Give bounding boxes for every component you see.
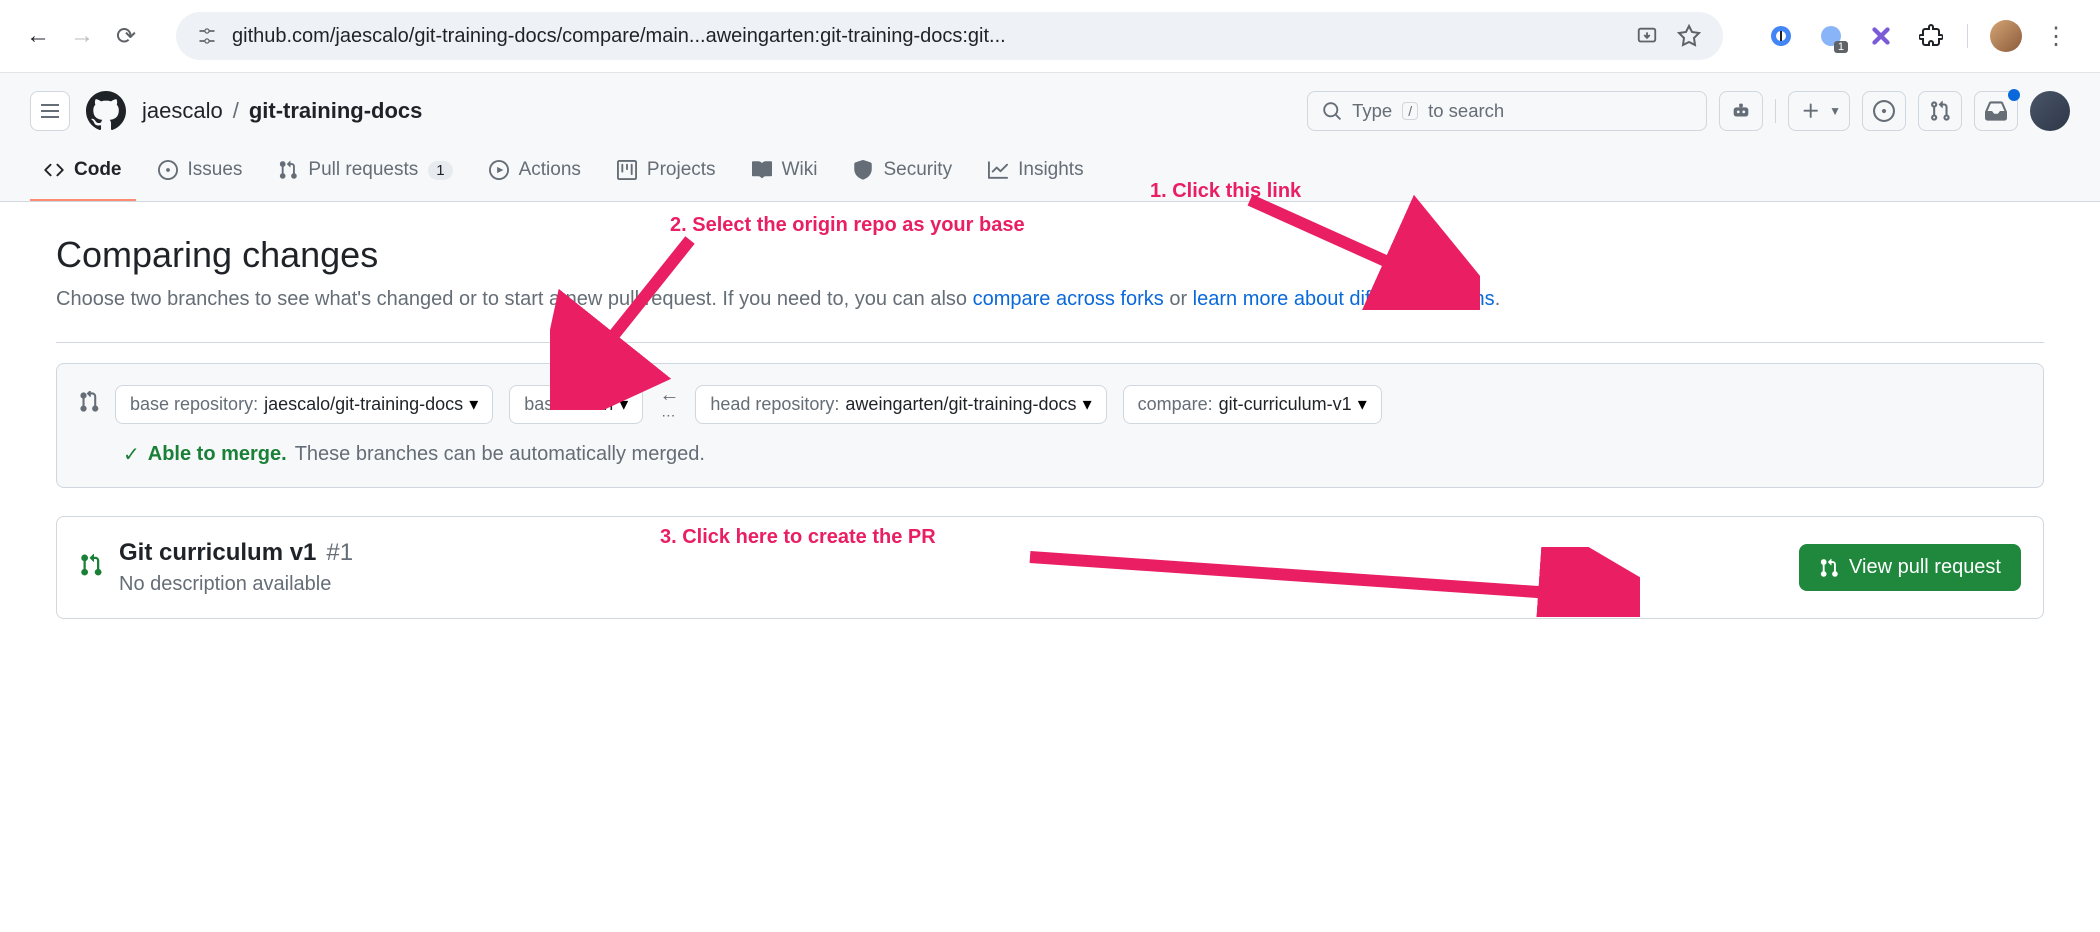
search-kbd: /	[1402, 102, 1418, 120]
bookmark-star-icon[interactable]	[1675, 22, 1703, 50]
notification-indicator	[2008, 89, 2020, 101]
main-content: 1. Click this link 2. Select the origin …	[0, 202, 2100, 651]
annotation-1: 1. Click this link	[1150, 180, 1301, 203]
tab-issues[interactable]: Issues	[144, 149, 257, 201]
hamburger-menu[interactable]	[30, 91, 70, 131]
compare-across-forks-link[interactable]: compare across forks	[973, 288, 1164, 310]
reload-button[interactable]: ⟳	[108, 18, 144, 54]
repo-navigation: Code Issues Pull requests 1 Actions Proj…	[30, 149, 2070, 201]
browser-menu-icon[interactable]: ⋮	[2044, 22, 2068, 51]
back-button[interactable]: ←	[20, 18, 56, 54]
browser-toolbar: ← → ⟳ github.com/jaescalo/git-training-d…	[0, 0, 2100, 73]
view-pull-request-button[interactable]: View pull request	[1799, 544, 2021, 591]
compare-box: base repository: jaescalo/git-training-d…	[56, 363, 2044, 488]
create-new-button[interactable]: ▼	[1788, 91, 1850, 131]
breadcrumb: jaescalo / git-training-docs	[142, 98, 422, 124]
tab-insights[interactable]: Insights	[974, 149, 1097, 201]
extension-1-icon[interactable]	[1767, 22, 1795, 50]
search-placeholder-post: to search	[1428, 100, 1504, 122]
extensions-puzzle-icon[interactable]	[1917, 22, 1945, 50]
pr-number: #1	[326, 539, 353, 567]
address-bar[interactable]: github.com/jaescalo/git-training-docs/co…	[176, 12, 1723, 60]
tab-actions[interactable]: Actions	[475, 149, 595, 201]
issues-button[interactable]	[1862, 91, 1906, 131]
git-compare-icon	[77, 391, 99, 418]
breadcrumb-repo[interactable]: git-training-docs	[249, 98, 423, 124]
tab-projects[interactable]: Projects	[603, 149, 730, 201]
page-title: Comparing changes	[56, 234, 2044, 276]
search-placeholder-pre: Type	[1352, 100, 1392, 122]
annotation-3: 3. Click here to create the PR	[660, 526, 936, 549]
base-repo-selector[interactable]: base repository: jaescalo/git-training-d…	[115, 385, 493, 424]
caret-down-icon: ▾	[1358, 394, 1367, 415]
caret-down-icon: ▾	[1083, 394, 1092, 415]
merge-status: ✓ Able to merge. These branches can be a…	[77, 442, 2023, 467]
site-settings-icon[interactable]	[196, 25, 218, 47]
tab-wiki[interactable]: Wiki	[738, 149, 832, 201]
search-input[interactable]: Type / to search	[1307, 91, 1707, 131]
breadcrumb-owner[interactable]: jaescalo	[142, 98, 223, 124]
compare-branch-selector[interactable]: compare: git-curriculum-v1 ▾	[1123, 385, 1382, 424]
caret-down-icon: ▾	[469, 394, 478, 415]
pull-request-icon	[79, 553, 103, 582]
extension-3-icon[interactable]	[1867, 22, 1895, 50]
user-avatar[interactable]	[2030, 91, 2070, 131]
breadcrumb-separator: /	[233, 98, 239, 124]
annotation-arrow-1	[1230, 190, 1480, 310]
page-description: Choose two branches to see what's change…	[56, 284, 2044, 314]
github-logo[interactable]	[86, 91, 126, 131]
pull-requests-button[interactable]	[1918, 91, 1962, 131]
pr-title[interactable]: Git curriculum v1	[119, 539, 316, 567]
notifications-button[interactable]	[1974, 91, 2018, 131]
annotation-arrow-2	[550, 230, 710, 410]
pulls-count-badge: 1	[428, 161, 452, 180]
github-header: jaescalo / git-training-docs Type / to s…	[0, 73, 2100, 202]
install-icon[interactable]	[1633, 22, 1661, 50]
extensions-area: 1 ⋮	[1755, 20, 2080, 52]
browser-profile-avatar[interactable]	[1990, 20, 2022, 52]
head-repo-selector[interactable]: head repository: aweingarten/git-trainin…	[695, 385, 1106, 424]
tab-code[interactable]: Code	[30, 149, 136, 201]
tab-pull-requests[interactable]: Pull requests 1	[264, 149, 466, 201]
copilot-button[interactable]	[1719, 91, 1763, 131]
annotation-arrow-3	[1020, 547, 1640, 617]
extension-2-icon[interactable]: 1	[1817, 22, 1845, 50]
check-icon: ✓	[123, 442, 140, 467]
tab-security[interactable]: Security	[839, 149, 966, 201]
annotation-2: 2. Select the origin repo as your base	[670, 214, 1025, 237]
forward-button[interactable]: →	[64, 18, 100, 54]
url-text: github.com/jaescalo/git-training-docs/co…	[232, 25, 1619, 48]
